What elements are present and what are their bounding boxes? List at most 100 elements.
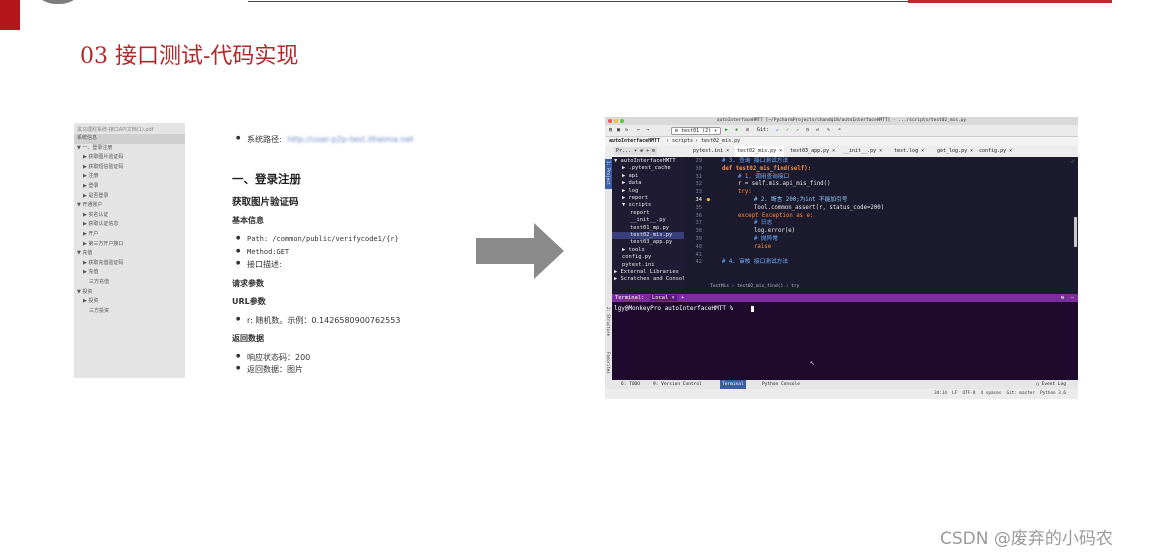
mouse-pointer-icon: ↖	[810, 358, 815, 367]
event-log-label: Event Log	[1041, 382, 1066, 387]
terminal-hide-icon[interactable]: —	[1071, 294, 1074, 302]
close-tab-icon[interactable]: ×	[1006, 148, 1012, 154]
outline-item[interactable]: ▶ 登录	[74, 182, 185, 192]
wrench-icon[interactable]: ✎	[827, 125, 830, 136]
terminal-prompt: lgy@MonkeyPro autoInterfaceHMTT %	[614, 305, 737, 312]
url-param-item: r: 随机数。示例：0.1426580900762553	[236, 315, 400, 326]
editor-tab[interactable]: config.py ×	[977, 146, 1014, 157]
minimize-window-button[interactable]	[614, 119, 618, 123]
project-tree-item[interactable]: test01_mp.py	[612, 225, 684, 232]
outline-item[interactable]: ▶ 获取图片验证码	[74, 153, 185, 163]
header-rule-accent	[908, 0, 1112, 3]
project-tree-item[interactable]: ▶ report	[612, 195, 684, 202]
terminal-cursor	[751, 306, 754, 312]
outline-item[interactable]: ▶ 获取充值验证码	[74, 259, 185, 269]
code-line: # 抛异常	[754, 236, 778, 242]
project-tree-item[interactable]: ▶ External Libraries	[612, 269, 684, 276]
outline-item[interactable]: ▶ 充值	[74, 268, 185, 278]
project-tree-item[interactable]: report	[612, 210, 684, 217]
breadcrumb-project[interactable]: autoInterfaceHMTT	[609, 137, 660, 146]
editor-tab[interactable]: __init__.py ×	[841, 146, 884, 157]
outline-item[interactable]: 三方投资	[74, 307, 185, 317]
editor-scrollbar[interactable]	[1074, 217, 1077, 247]
run-config-select[interactable]: ⚙ test01 (2) ▾	[671, 127, 722, 135]
zoom-window-button[interactable]	[620, 119, 624, 123]
close-tab-icon[interactable]: ×	[918, 148, 924, 154]
editor-tab[interactable]: get_log.py ×	[935, 146, 975, 157]
editor-tab[interactable]: pytest.ini ×	[691, 146, 731, 157]
project-tree-item[interactable]: test02_mis.py	[612, 232, 684, 240]
outline-item[interactable]: ▼ 充值	[74, 249, 185, 259]
breadcrumb-folder[interactable]: scripts	[672, 137, 693, 146]
code-line: log.error(e)	[754, 228, 796, 235]
code-editor[interactable]: # 3. 查询 接口测试方法 def test02_mis_find(self):…	[710, 157, 1078, 290]
outline-item[interactable]: ▼ 投资	[74, 288, 185, 298]
debug-icon[interactable]: ✱	[735, 125, 738, 136]
close-window-button[interactable]	[608, 119, 612, 123]
project-tree-item[interactable]: config.py	[612, 254, 684, 261]
sync-icon[interactable]: ↻	[625, 125, 628, 136]
project-tree-item[interactable]: pytest.ini	[612, 262, 684, 269]
close-tab-icon[interactable]: ×	[967, 148, 973, 154]
new-terminal-icon[interactable]: +	[681, 294, 684, 302]
tool-tab[interactable]: Python Console	[760, 380, 802, 389]
url-params-title: URL参数	[232, 297, 266, 306]
git-commit-icon[interactable]: ✓	[786, 125, 789, 136]
terminal-tab-local[interactable]: Local ×	[650, 295, 677, 301]
outline-item[interactable]: ▶ 投资	[74, 297, 185, 307]
close-tab-icon[interactable]: ×	[829, 148, 835, 154]
structure-tool-label[interactable]: 2: Structure	[606, 307, 611, 336]
editor-tab[interactable]: test02_mis.py ×	[735, 146, 785, 157]
project-tree-item[interactable]: ▶ data	[612, 180, 684, 187]
outline-item[interactable]: ▶ 获取短信验证码	[74, 163, 185, 173]
event-log-button[interactable]: ◯ Event Log	[1036, 380, 1066, 389]
project-tree-item[interactable]: ▶ api	[612, 173, 684, 180]
rollback-icon[interactable]: ↺	[816, 125, 819, 136]
project-tree-item[interactable]: test03_app.py	[612, 239, 684, 246]
project-tree-item[interactable]: ▶ .pytest_cache	[612, 165, 684, 172]
project-tree-item[interactable]: __init__.py	[612, 217, 684, 224]
close-tab-icon[interactable]: ×	[876, 148, 882, 154]
git-update-icon[interactable]: ↙	[776, 125, 779, 136]
project-tree-item[interactable]: ▶ Scratches and Consoles	[612, 276, 684, 283]
subsection-title: 获取图片验证码	[232, 197, 299, 208]
project-tree-item[interactable]: ▶ log	[612, 188, 684, 195]
tool-tab[interactable]: 9: Version Control	[651, 380, 704, 389]
request-params-title: 请求参数	[232, 279, 264, 288]
outline-item[interactable]: 系统信息	[74, 134, 185, 144]
run-icon[interactable]: ▶	[725, 125, 728, 136]
project-tree-item[interactable]: ▶ tools	[612, 247, 684, 254]
line-number: 42	[695, 259, 703, 266]
outline-item[interactable]: ▶ 获取认证信息	[74, 220, 185, 230]
forward-icon[interactable]: →	[646, 125, 649, 136]
project-tree-item[interactable]: ▼ scripts	[612, 202, 684, 209]
save-icon[interactable]: ▣	[617, 125, 620, 136]
close-tab-icon[interactable]: ×	[776, 148, 782, 154]
tool-tab[interactable]: Terminal	[720, 380, 746, 389]
open-folder-icon[interactable]: ▤	[609, 125, 612, 136]
outline-item[interactable]: ▶ 是否登录	[74, 192, 185, 202]
breadcrumb-file[interactable]: test02_mis.py	[701, 137, 740, 146]
system-path-link[interactable]: http://user-p2p-test.itheima.net	[284, 135, 413, 144]
close-tab-icon[interactable]: ×	[723, 148, 729, 154]
project-tree-item[interactable]: ▼ autoInterfaceHMTT	[612, 158, 684, 165]
stop-icon[interactable]: ■	[746, 125, 749, 136]
search-icon[interactable]: ⌕	[838, 125, 841, 136]
outline-item[interactable]: ▶ 注册	[74, 172, 185, 182]
editor-tab[interactable]: test03_app.py ×	[788, 146, 837, 157]
outline-item[interactable]: ▼ 开通账户	[74, 201, 185, 211]
outline-item[interactable]: ▶ 实名认证	[74, 211, 185, 221]
outline-item[interactable]: ▶ 第三方开户接口	[74, 240, 185, 250]
outline-item[interactable]: ▼ 一、登录注册	[74, 144, 185, 154]
back-icon[interactable]: ←	[637, 125, 640, 136]
outline-item[interactable]: ▶ 开户	[74, 230, 185, 240]
outline-item[interactable]: 三方充值	[74, 278, 185, 288]
tool-tab[interactable]: 6: TODO	[619, 380, 642, 389]
history-icon[interactable]: ◷	[806, 125, 809, 136]
status-bar-text: 34:14 LF UTF-8 4 spaces Git: master Pyth…	[934, 391, 1066, 396]
terminal-console[interactable]: lgy@MonkeyPro autoInterfaceHMTT % ↖	[612, 302, 1078, 380]
project-panel-button[interactable]: Pr... ▾ ⊕ ÷ ⚙	[614, 147, 658, 155]
editor-tab[interactable]: test.log ×	[892, 146, 926, 157]
git-push-icon[interactable]: ↗	[796, 125, 799, 136]
terminal-settings-icon[interactable]: ⚙	[1061, 294, 1064, 302]
